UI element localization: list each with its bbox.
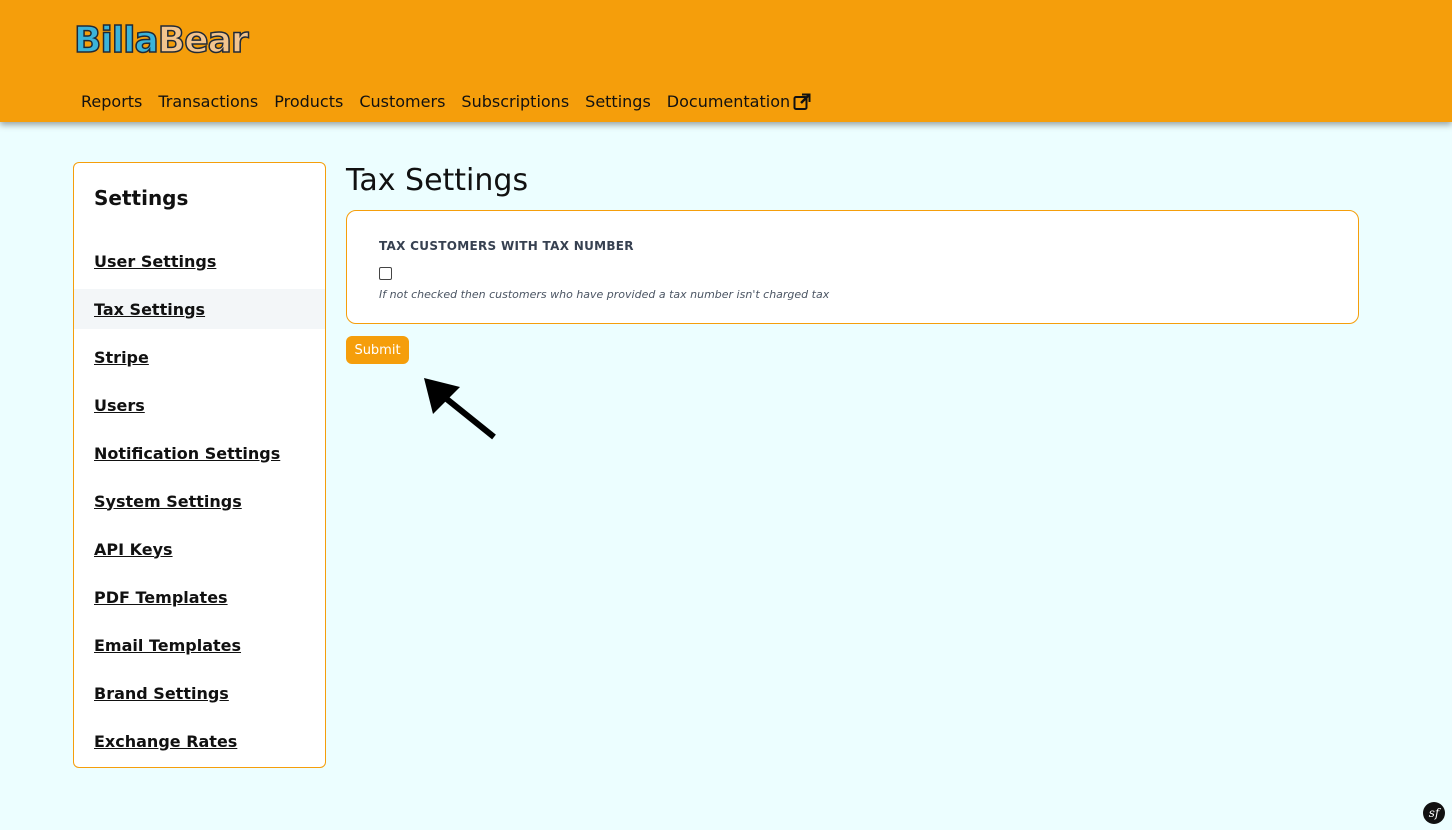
tax-settings-form: TAX CUSTOMERS WITH TAX NUMBER If not che… xyxy=(346,210,1359,324)
sidebar-item-system-settings[interactable]: System Settings xyxy=(74,481,325,521)
nav-subscriptions[interactable]: Subscriptions xyxy=(461,92,569,112)
tax-customers-label: TAX CUSTOMERS WITH TAX NUMBER xyxy=(379,239,634,253)
sidebar-item-label: Stripe xyxy=(94,347,149,367)
nav-documentation-label: Documentation xyxy=(666,92,791,111)
page-title: Tax Settings xyxy=(346,163,529,198)
sidebar-item-email-templates[interactable]: Email Templates xyxy=(74,625,325,665)
symfony-icon[interactable]: sf xyxy=(1423,802,1445,824)
sidebar-item-label: PDF Templates xyxy=(94,587,228,607)
sidebar-item-notification-settings[interactable]: Notification Settings xyxy=(74,433,325,473)
sidebar-item-label: User Settings xyxy=(94,251,217,271)
sidebar-item-label: Tax Settings xyxy=(94,299,206,319)
main-nav: Reports Transactions Products Customers … xyxy=(81,92,811,112)
nav-products[interactable]: Products xyxy=(274,92,343,112)
nav-documentation[interactable]: Documentation xyxy=(667,92,811,112)
sidebar-item-exchange-rates[interactable]: Exchange Rates xyxy=(74,721,325,761)
tax-customers-checkbox[interactable] xyxy=(379,267,392,280)
sidebar-item-tax-settings[interactable]: Tax Settings xyxy=(74,289,325,329)
top-bar: BillaBear Reports Transactions Products … xyxy=(0,0,1452,122)
nav-transactions[interactable]: Transactions xyxy=(158,92,258,112)
sidebar-item-user-settings[interactable]: User Settings xyxy=(74,241,325,281)
sidebar-item-label: API Keys xyxy=(94,539,173,559)
settings-sidebar: Settings User Settings Tax Settings Stri… xyxy=(73,162,326,768)
nav-settings[interactable]: Settings xyxy=(585,92,651,112)
sidebar-item-label: Exchange Rates xyxy=(94,731,238,751)
sidebar-title: Settings xyxy=(94,186,189,210)
tax-customers-help: If not checked then customers who have p… xyxy=(379,288,830,301)
symfony-icon-text: sf xyxy=(1428,806,1440,820)
sidebar-item-pdf-templates[interactable]: PDF Templates xyxy=(74,577,325,617)
sidebar-item-label: Notification Settings xyxy=(94,443,281,463)
pointer-arrow-icon xyxy=(424,378,496,440)
external-link-icon xyxy=(793,93,811,110)
sidebar-list: User Settings Tax Settings Stripe Users … xyxy=(74,241,325,769)
sidebar-item-brand-settings[interactable]: Brand Settings xyxy=(74,673,325,713)
sidebar-item-label: System Settings xyxy=(94,491,242,511)
sidebar-item-label: Brand Settings xyxy=(94,683,229,703)
sidebar-item-label: Email Templates xyxy=(94,635,242,655)
nav-reports[interactable]: Reports xyxy=(81,92,142,112)
sidebar-item-label: Users xyxy=(94,395,145,415)
nav-customers[interactable]: Customers xyxy=(359,92,445,112)
submit-button[interactable]: Submit xyxy=(346,336,409,364)
sidebar-item-stripe[interactable]: Stripe xyxy=(74,337,325,377)
sidebar-item-users[interactable]: Users xyxy=(74,385,325,425)
billabear-logo[interactable]: BillaBear xyxy=(73,19,249,62)
sidebar-item-api-keys[interactable]: API Keys xyxy=(74,529,325,569)
